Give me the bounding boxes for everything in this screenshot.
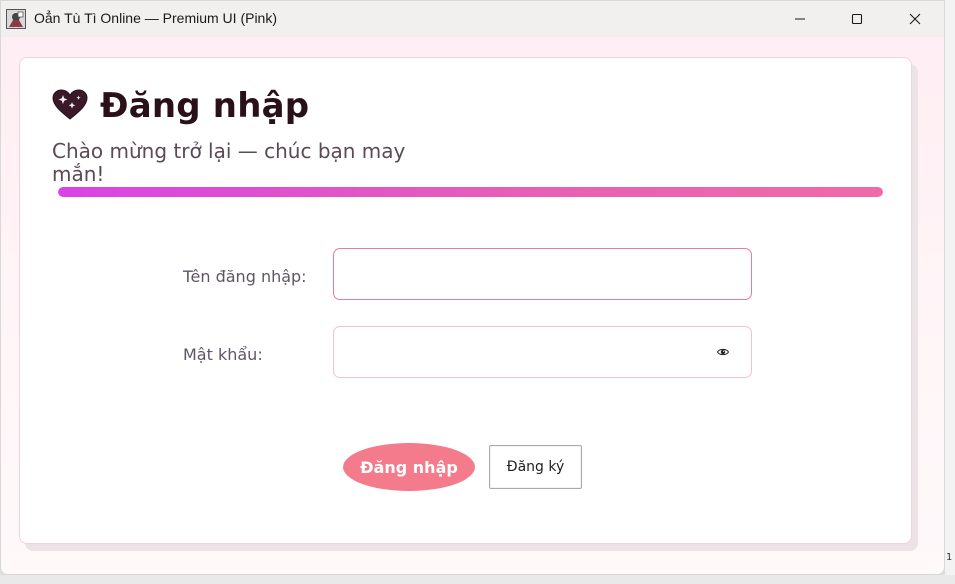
page-title: Đăng nhập [100, 86, 310, 126]
minimize-button[interactable] [771, 1, 829, 37]
login-button[interactable]: Đăng nhập [343, 443, 475, 491]
sparkling-heart-icon [52, 89, 88, 120]
maximize-button[interactable] [828, 1, 886, 37]
username-label: Tên đăng nhập: [183, 267, 307, 286]
login-card: Đăng nhập Chào mừng trở lại — chúc bạn m… [19, 57, 912, 544]
app-window: Oẳn Tù Tì Online — Premium UI (Pink) Đăn… [0, 0, 945, 575]
background-window-edge: 1 [945, 0, 955, 584]
accent-progress-fill [58, 187, 883, 197]
title-bar[interactable]: Oẳn Tù Tì Online — Premium UI (Pink) [1, 1, 944, 37]
window-content: Đăng nhập Chào mừng trở lại — chúc bạn m… [1, 37, 944, 574]
eye-icon[interactable] [717, 347, 729, 357]
background-window-bottom [0, 575, 955, 584]
app-icon[interactable] [6, 9, 26, 29]
username-input[interactable] [333, 248, 752, 300]
password-label: Mật khẩu: [183, 345, 263, 364]
background-window-text: 1 [946, 552, 953, 563]
close-button[interactable] [886, 1, 944, 37]
welcome-subtitle: Chào mừng trở lại — chúc bạn may mắn! [52, 139, 406, 186]
password-input[interactable] [333, 326, 752, 378]
window-title: Oẳn Tù Tì Online — Premium UI (Pink) [34, 10, 277, 26]
register-button[interactable]: Đăng ký [489, 445, 582, 489]
maximize-icon [851, 13, 863, 25]
close-icon [909, 13, 921, 25]
accent-progress-bar [58, 187, 883, 197]
minimize-icon [795, 18, 805, 20]
